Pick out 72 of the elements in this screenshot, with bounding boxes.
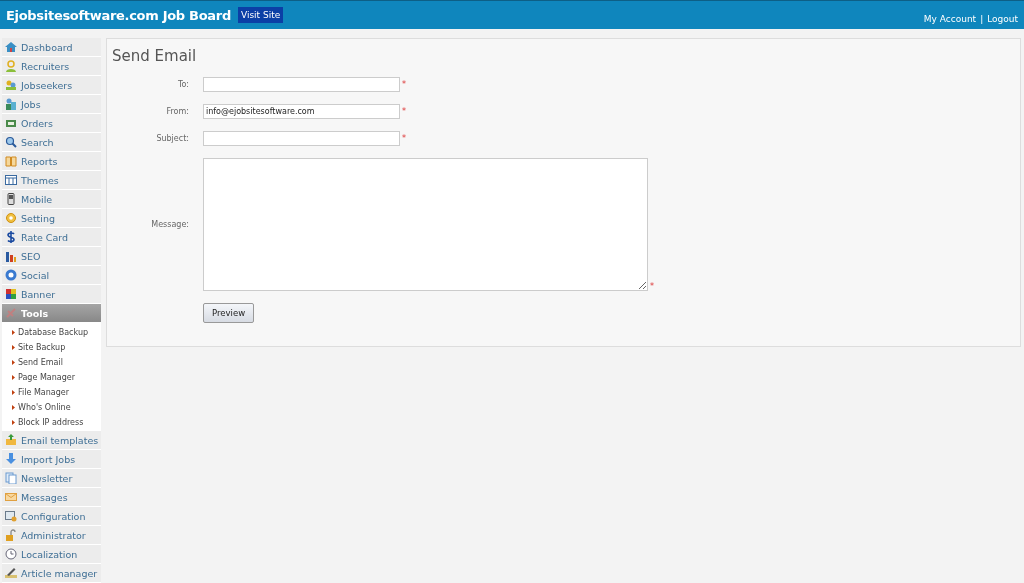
- bullet-icon: [12, 420, 15, 425]
- dollar-icon: [5, 231, 17, 243]
- preview-button[interactable]: Preview: [203, 303, 255, 323]
- sidebar-item[interactable]: Banner: [2, 285, 101, 304]
- submenu-item[interactable]: File Manager: [2, 385, 101, 400]
- sidebar-item[interactable]: SEO: [2, 247, 101, 266]
- sidebar-item[interactable]: Themes: [2, 171, 101, 190]
- field-label: To:: [176, 80, 189, 89]
- sidebar-item[interactable]: Localization: [2, 545, 101, 564]
- sidebar-item[interactable]: Mobile: [2, 190, 101, 209]
- document-icon: [5, 472, 17, 484]
- sidebar-item[interactable]: Social: [2, 266, 101, 285]
- bullet-icon: [12, 375, 15, 380]
- field-label: From:: [165, 107, 189, 116]
- phone-icon: [5, 193, 17, 205]
- page-title: Send Email: [112, 47, 198, 65]
- required-mark: *: [650, 282, 654, 291]
- submenu-item[interactable]: Who's Online: [2, 400, 101, 415]
- site-title: Ejobsitesoftware.com Job Board: [6, 7, 231, 23]
- sidebar-item[interactable]: Newsletter: [2, 469, 101, 488]
- search-icon: [5, 136, 17, 148]
- sidebar-item[interactable]: Orders: [2, 114, 101, 133]
- inbox-icon: [5, 434, 17, 446]
- sidebar-item[interactable]: Import Jobs: [2, 450, 101, 469]
- home-icon: [5, 41, 17, 53]
- submenu-item[interactable]: Send Email: [2, 355, 101, 370]
- sidebar-item[interactable]: Messages: [2, 488, 101, 507]
- logout-link[interactable]: Logout: [987, 14, 1018, 24]
- bullet-icon: [12, 360, 15, 365]
- sidebar-item[interactable]: Jobs: [2, 95, 101, 114]
- bullet-icon: [12, 345, 15, 350]
- sidebar-item[interactable]: Recruiters: [2, 57, 101, 76]
- clock-icon: [5, 548, 17, 560]
- field-label: Subject:: [155, 134, 189, 143]
- link-separator: |: [980, 14, 984, 24]
- person-icon: [5, 60, 17, 72]
- blocks-icon: [5, 288, 17, 300]
- submenu-item[interactable]: Block IP address: [2, 415, 101, 430]
- submenu-item[interactable]: Database Backup: [2, 325, 101, 340]
- bullet-icon: [12, 330, 15, 335]
- message-field[interactable]: [203, 158, 648, 291]
- sidebar-item[interactable]: Reports: [2, 152, 101, 171]
- sidebar-item[interactable]: Administrator: [2, 526, 101, 545]
- grid-icon: [5, 174, 17, 186]
- sidebar-item[interactable]: Setting: [2, 209, 101, 228]
- submenu-item[interactable]: Page Manager: [2, 370, 101, 385]
- text-field[interactable]: info@ejobsitesoftware.com: [203, 104, 400, 119]
- sidebar-item[interactable]: Email templates: [2, 431, 101, 450]
- field-label: Message:: [150, 220, 189, 229]
- book-icon: [5, 155, 17, 167]
- sidebar-item[interactable]: Jobseekers: [2, 76, 101, 95]
- sidebar-item[interactable]: Tools: [2, 304, 101, 323]
- text-field[interactable]: [203, 77, 400, 92]
- text-field[interactable]: [203, 131, 400, 146]
- sidebar-item[interactable]: Rate Card: [2, 228, 101, 247]
- download-icon: [5, 453, 17, 465]
- sidebar-item[interactable]: Configuration: [2, 507, 101, 526]
- envelope-icon: [5, 491, 17, 503]
- padlock-icon: [5, 529, 17, 541]
- pen-icon: [5, 567, 17, 579]
- sidebar-item[interactable]: Search: [2, 133, 101, 152]
- bullet-icon: [12, 405, 15, 410]
- required-mark: *: [402, 107, 406, 116]
- required-mark: *: [402, 80, 406, 89]
- submenu-item[interactable]: Site Backup: [2, 340, 101, 355]
- bar-chart-icon: [5, 250, 17, 262]
- required-mark: *: [402, 134, 406, 143]
- bullet-icon: [12, 390, 15, 395]
- sidebar-item[interactable]: Dashboard: [2, 38, 101, 57]
- sidebar-item[interactable]: Article manager: [2, 564, 101, 583]
- account-link[interactable]: My Account: [923, 14, 977, 24]
- visit-site-button[interactable]: Visit Site: [237, 7, 284, 23]
